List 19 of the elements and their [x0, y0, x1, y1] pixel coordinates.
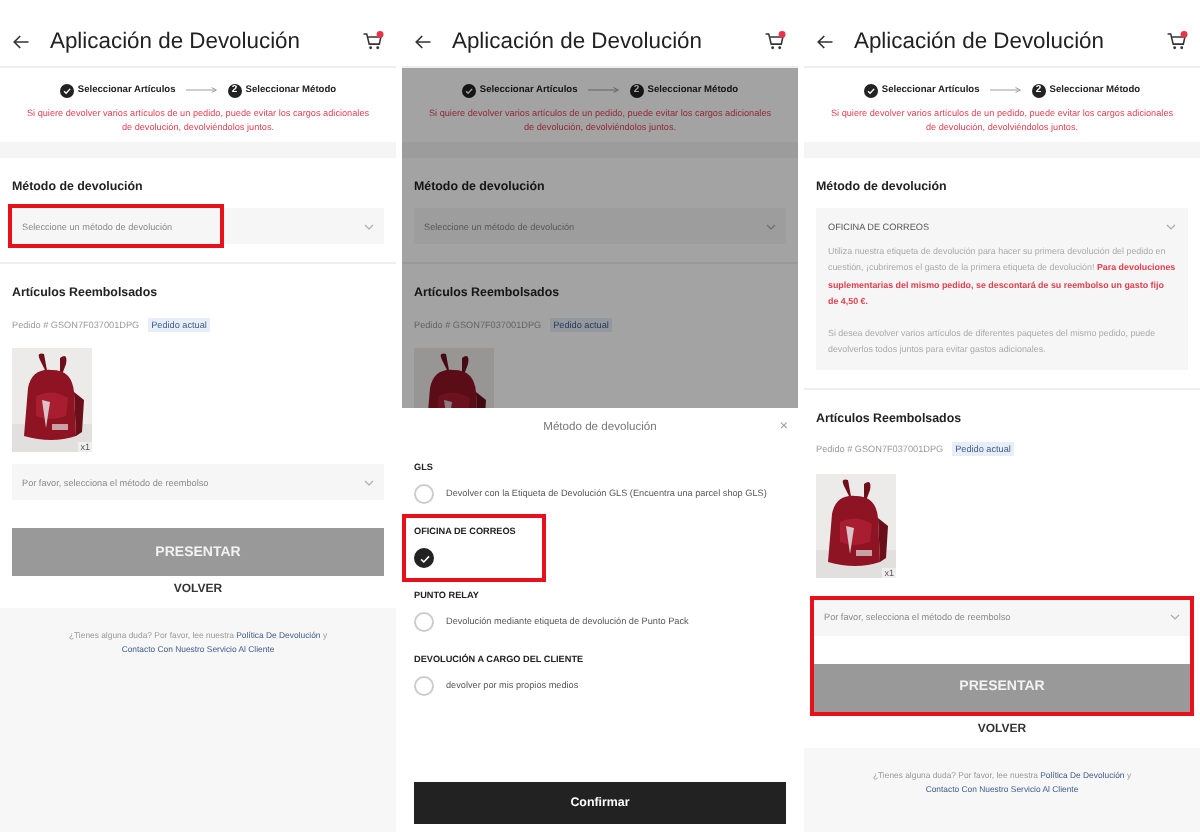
check-icon: [417, 551, 431, 565]
chevron-icon: [364, 479, 374, 485]
chevron-icon: [364, 223, 374, 229]
chevron-icon: [1166, 224, 1176, 230]
cart-icon[interactable]: [362, 30, 384, 52]
step-arrow-icon: [989, 86, 1022, 94]
page-title: Aplicación de Devolución: [452, 29, 705, 53]
page-title: Aplicación de Devolución: [854, 29, 1107, 53]
chevron-icon: [766, 223, 776, 229]
cart-icon[interactable]: [1166, 30, 1188, 52]
chevron-icon: [1170, 614, 1180, 621]
back-arrow-icon[interactable]: [816, 33, 834, 49]
step-arrow-icon: [185, 86, 218, 94]
step-arrow-icon: [587, 86, 620, 94]
page-title: Aplicación de Devolución: [50, 29, 303, 53]
back-arrow-icon[interactable]: [12, 33, 30, 49]
back-arrow-icon[interactable]: [414, 33, 432, 49]
radio-button[interactable]: [414, 548, 434, 568]
cart-icon[interactable]: [764, 30, 786, 52]
